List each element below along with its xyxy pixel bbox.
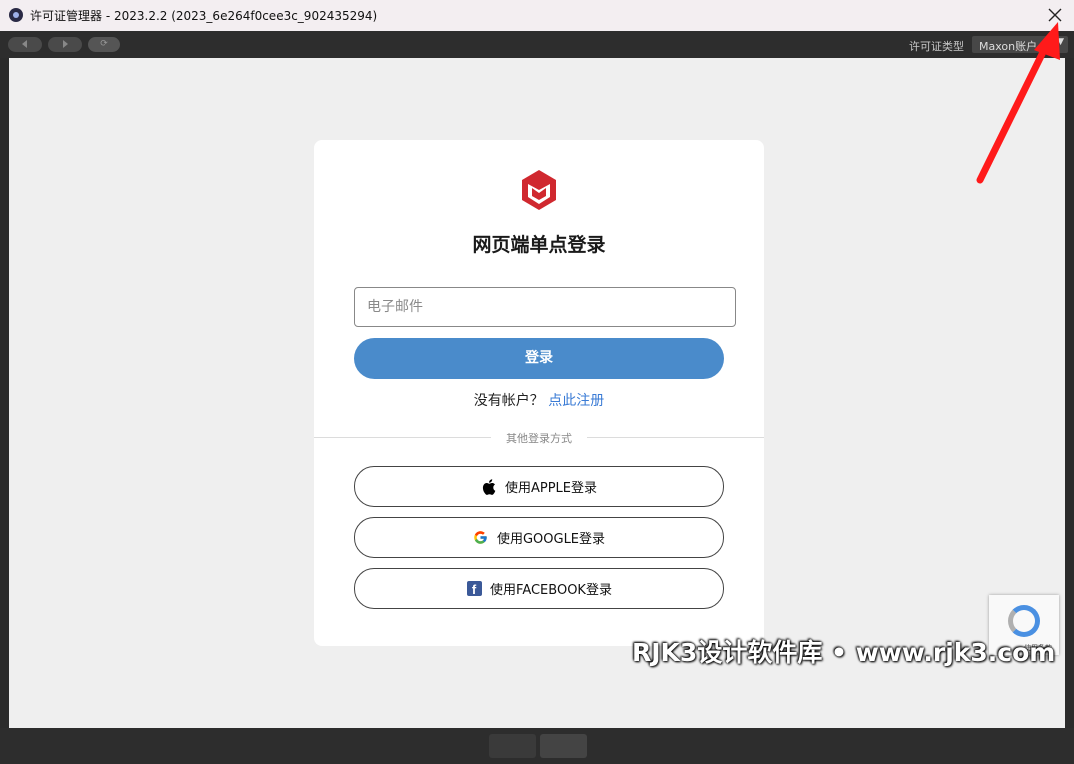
forward-button[interactable] — [48, 37, 82, 52]
license-type-value: Maxon账户 — [979, 40, 1038, 53]
signup-link[interactable]: 点此注册 — [548, 393, 604, 409]
facebook-login-button[interactable]: f 使用FACEBOOK登录 — [354, 568, 724, 609]
email-input[interactable] — [354, 287, 736, 327]
license-type-select[interactable]: Maxon账户 ▼ — [972, 36, 1068, 53]
web-content: 网页端单点登录 登录 没有帐户？ 点此注册 其他登录方式 使用APPLE登录 — [9, 58, 1065, 728]
chevron-down-icon: ▼ — [1057, 37, 1064, 47]
google-login-label: 使用GOOGLE登录 — [496, 532, 606, 547]
bottom-bar — [0, 728, 1074, 764]
title-bar: 许可证管理器 - 2023.2.2 (2023_6e264f0cee3c_902… — [0, 0, 1074, 32]
login-button[interactable]: 登录 — [354, 338, 724, 379]
app-icon — [9, 8, 23, 22]
bottom-button-left[interactable] — [489, 734, 536, 758]
no-account-text: 没有帐户？ — [473, 393, 544, 409]
facebook-icon: f — [466, 581, 482, 597]
forward-icon — [63, 40, 68, 48]
back-button[interactable] — [8, 37, 42, 52]
google-icon — [473, 530, 489, 546]
close-icon — [1048, 8, 1062, 22]
license-type-label: 许可证类型 — [909, 40, 964, 53]
reload-icon: ⟳ — [100, 39, 108, 49]
watermark: RJK3设计软件库 • www.rjk3.com — [632, 638, 1056, 667]
bottom-button-right[interactable] — [540, 734, 587, 758]
apple-login-label: 使用APPLE登录 — [504, 481, 598, 496]
maxon-logo-icon — [522, 170, 556, 210]
apple-icon — [481, 478, 497, 495]
back-icon — [22, 40, 27, 48]
google-login-button[interactable]: 使用GOOGLE登录 — [354, 517, 724, 558]
close-button[interactable] — [1044, 4, 1066, 26]
other-methods-label: 其他登录方式 — [491, 430, 587, 446]
facebook-login-label: 使用FACEBOOK登录 — [490, 583, 612, 598]
login-title: 网页端单点登录 — [472, 234, 606, 256]
login-card: 网页端单点登录 登录 没有帐户？ 点此注册 其他登录方式 使用APPLE登录 — [314, 140, 764, 646]
window-title: 许可证管理器 - 2023.2.2 (2023_6e264f0cee3c_902… — [30, 9, 378, 23]
signup-row: 没有帐户？ 点此注册 — [314, 390, 764, 410]
toolbar: ⟳ 许可证类型 Maxon账户 ▼ — [0, 31, 1074, 58]
apple-login-button[interactable]: 使用APPLE登录 — [354, 466, 724, 507]
reload-button[interactable]: ⟳ — [88, 37, 120, 52]
